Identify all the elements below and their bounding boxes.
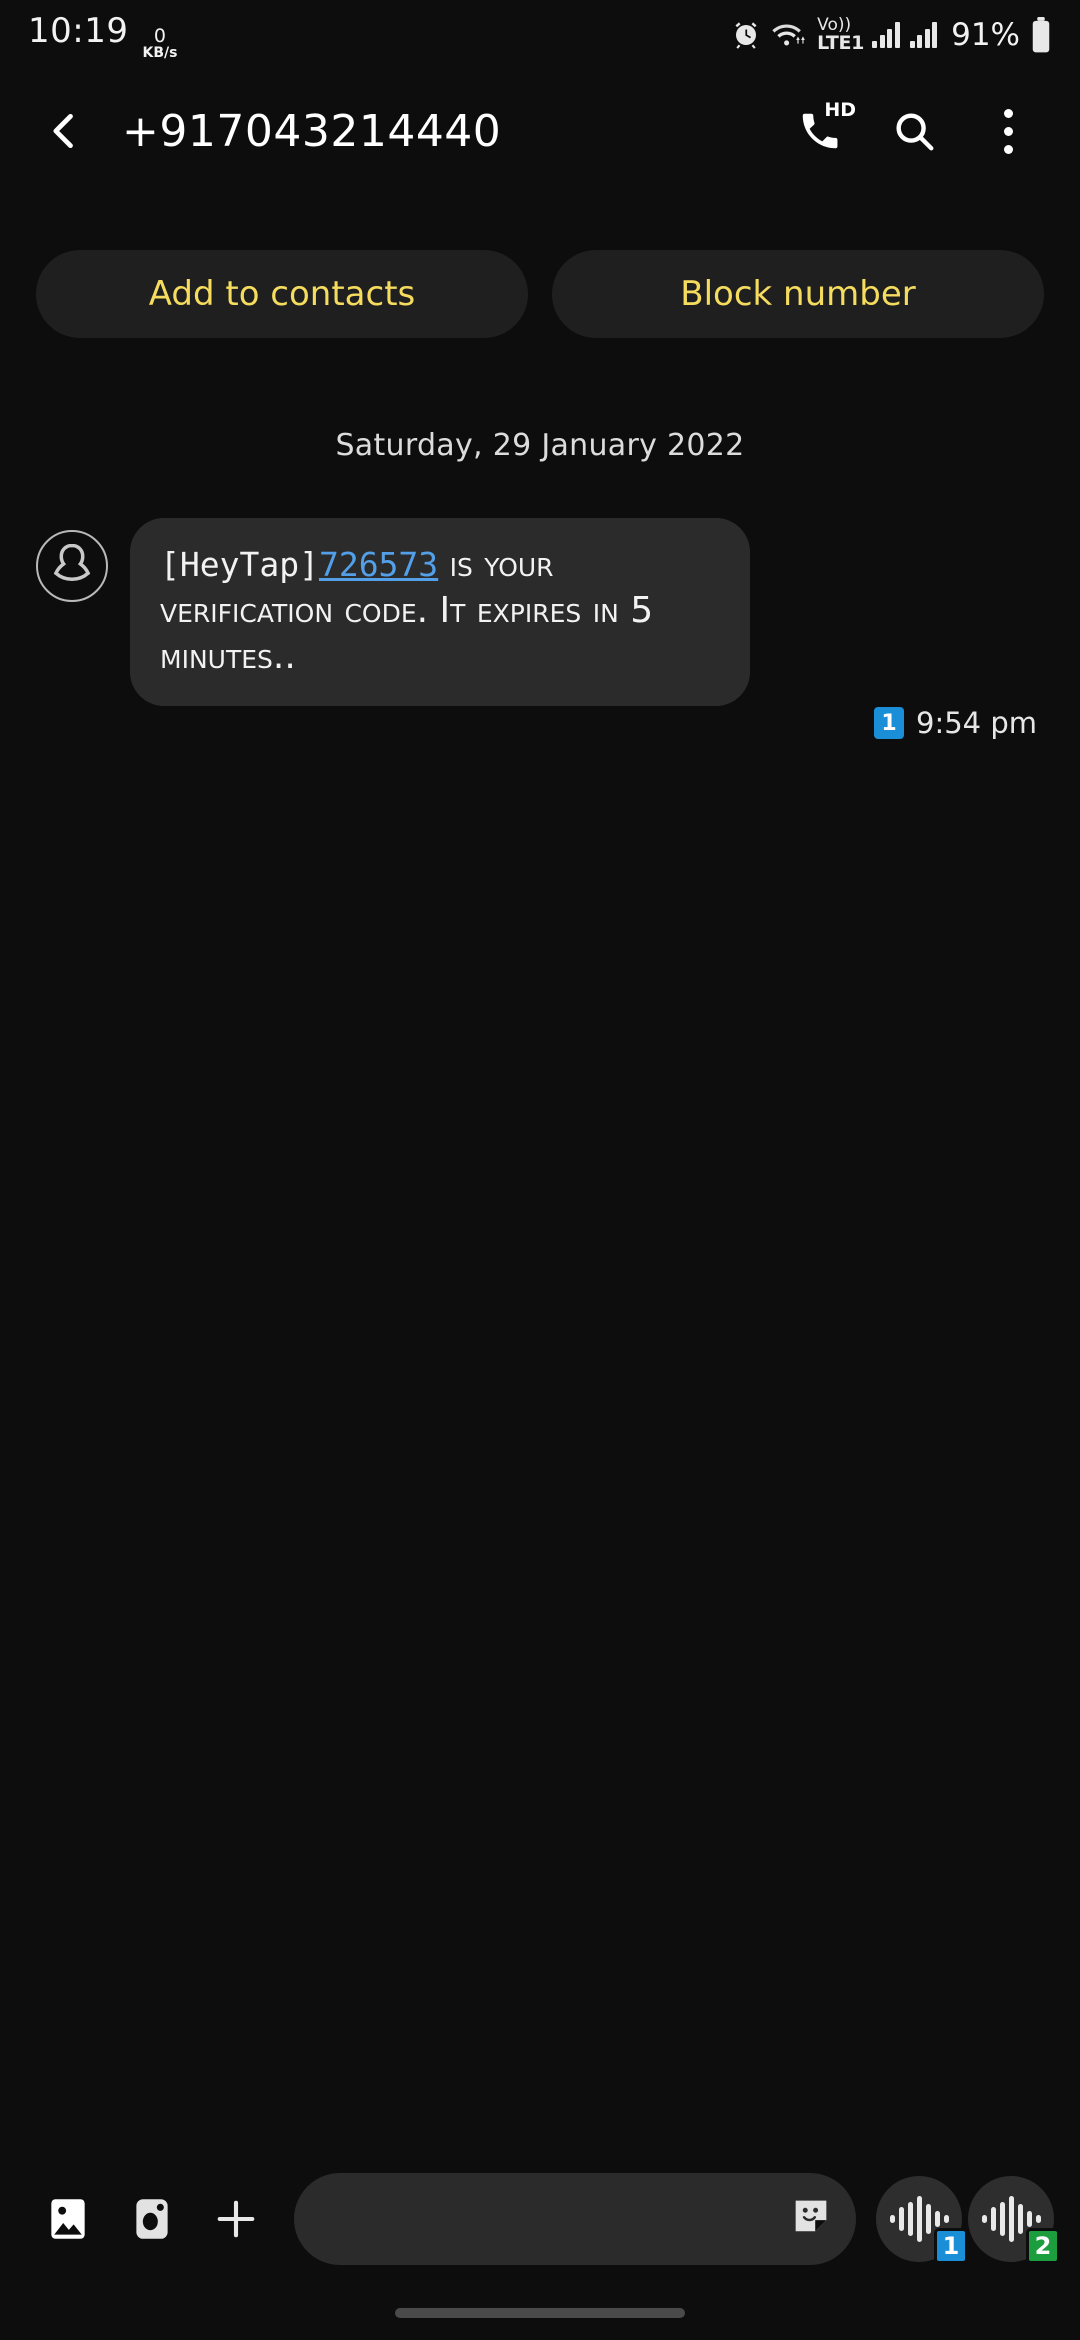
- message-bubble[interactable]: [HeyTap]726573 is your verification code…: [130, 518, 750, 707]
- volte-indicator: Vo)) LTE1: [817, 17, 864, 53]
- sim-badge: 1: [874, 707, 904, 739]
- camera-icon: [136, 2199, 168, 2239]
- signal-bars-icon-sim2: [909, 22, 938, 48]
- header-actions: HD: [782, 93, 1046, 169]
- search-button[interactable]: [876, 93, 952, 169]
- network-speed-unit: KB/s: [142, 44, 178, 61]
- alarm-clock-icon: [731, 20, 761, 50]
- quick-actions: Add to contacts Block number: [0, 250, 1080, 338]
- status-bar-right: Vo)) LTE1 91%: [731, 17, 1052, 53]
- status-bar: 10:19 0 KB/s Vo)) LTE1 91%: [0, 0, 1080, 70]
- sticker-button[interactable]: [788, 2192, 834, 2246]
- battery-icon: [1030, 17, 1052, 53]
- composer-bar: 1 2: [0, 2160, 1080, 2278]
- send-voice-button-sim1[interactable]: 1: [876, 2176, 968, 2264]
- call-button[interactable]: HD: [782, 93, 858, 169]
- chevron-left-icon: [53, 113, 73, 149]
- page-title[interactable]: +917043214440: [122, 106, 782, 157]
- gallery-button[interactable]: [26, 2177, 110, 2261]
- search-icon: [896, 113, 934, 151]
- gesture-handle[interactable]: [395, 2308, 685, 2318]
- person-avatar-icon: [53, 543, 91, 582]
- add-to-contacts-button[interactable]: Add to contacts: [36, 250, 528, 338]
- back-button[interactable]: [22, 88, 108, 174]
- verification-code-link[interactable]: 726573: [319, 545, 438, 584]
- sim1-badge: 1: [934, 2228, 968, 2264]
- avatar: [36, 530, 108, 602]
- status-bar-left: 10:19 0 KB/s: [28, 11, 177, 60]
- more-options-button[interactable]: [970, 93, 1046, 169]
- sim2-badge: 2: [1026, 2228, 1060, 2264]
- wifi-icon: [771, 20, 807, 50]
- image-icon: [51, 2199, 85, 2239]
- message-row: [HeyTap]726573 is your verification code…: [36, 518, 1046, 707]
- sticker-smiley-icon: [795, 2200, 827, 2232]
- conversation-header: +917043214440 HD: [0, 86, 1080, 176]
- status-clock: 10:19: [28, 10, 129, 51]
- block-number-button[interactable]: Block number: [552, 250, 1044, 338]
- network-speed-value: 0: [153, 24, 167, 47]
- message-input[interactable]: [294, 2173, 856, 2265]
- kebab-menu-icon: [1003, 108, 1013, 154]
- message-meta: 1 9:54 pm: [874, 706, 1037, 740]
- camera-button[interactable]: [110, 2177, 194, 2261]
- date-separator: Saturday, 29 January 2022: [335, 428, 745, 463]
- volte-label-bottom: LTE1: [817, 32, 865, 54]
- hd-label: HD: [824, 99, 856, 121]
- send-voice-button-sim2[interactable]: 2: [968, 2176, 1060, 2264]
- add-attachment-button[interactable]: [194, 2177, 278, 2261]
- battery-percentage: 91%: [951, 17, 1020, 53]
- network-speed-indicator: 0 KB/s: [142, 24, 178, 61]
- signal-bars-icon-sim1: [872, 22, 900, 48]
- plus-icon: [217, 2200, 255, 2238]
- message-text-prefix: [HeyTap]: [160, 545, 319, 584]
- message-timestamp: 9:54 pm: [916, 706, 1037, 740]
